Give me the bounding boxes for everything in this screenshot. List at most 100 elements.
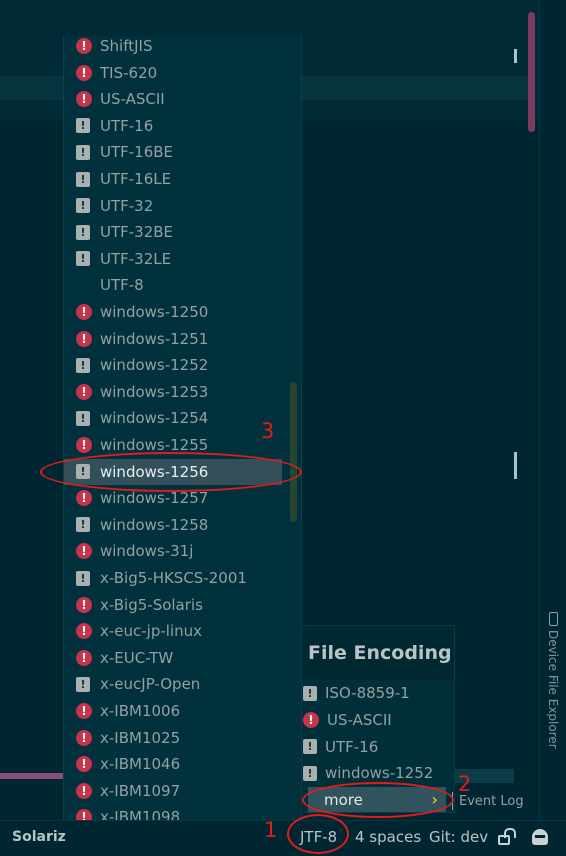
error-icon	[76, 729, 92, 746]
hector-icon	[532, 829, 548, 845]
theme-label[interactable]: Solariz	[12, 825, 66, 849]
encoding-list-item[interactable]: windows-1253	[64, 379, 301, 405]
editor-scrollbar-thumb[interactable]	[528, 12, 535, 132]
encoding-label: windows-1253	[100, 382, 209, 401]
annotation-number-2: 2	[458, 772, 472, 796]
encoding-list-item[interactable]: windows-1251	[64, 326, 301, 352]
unlock-icon	[498, 828, 516, 845]
encoding-list-item[interactable]: x-IBM1006	[64, 698, 301, 724]
encoding-label: x-IBM1006	[100, 702, 181, 720]
encoding-list-item[interactable]: UTF-32BE	[64, 219, 301, 245]
device-file-explorer-tab[interactable]: Device File Explorer	[540, 612, 566, 762]
encoding-list-item[interactable]: US-ASCII	[64, 86, 301, 112]
encoding-label: UTF-16	[100, 116, 154, 135]
file-encoding-label: ISO-8859-1	[325, 684, 410, 702]
readonly-toggle[interactable]	[498, 825, 516, 849]
file-encoding-label: windows-1252	[325, 764, 434, 783]
encoding-label: windows-1252	[100, 356, 209, 375]
warning-icon	[303, 765, 317, 781]
encoding-list-item[interactable]: UTF-8	[64, 272, 301, 298]
encoding-label: windows-1257	[100, 489, 209, 508]
encoding-label: x-Big5-HKSCS-2001	[100, 569, 247, 587]
annotation-ring-2	[302, 782, 454, 818]
encoding-list-item[interactable]: windows-1250	[64, 299, 301, 325]
encoding-list-item[interactable]: x-Big5-Solaris	[64, 592, 301, 618]
caret-marker	[514, 49, 517, 63]
warning-icon	[76, 144, 90, 160]
encoding-list-item[interactable]: windows-1252	[64, 352, 301, 378]
warning-icon	[76, 676, 90, 692]
warning-icon	[76, 410, 90, 426]
error-icon	[76, 330, 92, 347]
encoding-list-item[interactable]: UTF-16BE	[64, 139, 301, 165]
encoding-list-scrollbar[interactable]	[290, 382, 297, 522]
annotation-ring-1	[287, 814, 349, 854]
encoding-label: UTF-32BE	[100, 223, 174, 242]
encoding-list-item[interactable]: x-euc-jp-linux	[64, 618, 301, 644]
error-icon	[303, 711, 319, 728]
encoding-list-item[interactable]: UTF-16LE	[64, 166, 301, 192]
error-icon	[76, 756, 92, 773]
file-encoding-item[interactable]: US-ASCII	[302, 707, 454, 733]
encoding-list-item[interactable]: ShiftJIS	[64, 36, 301, 59]
encoding-list-item[interactable]: windows-31j	[64, 538, 301, 564]
encoding-label: x-IBM1025	[100, 728, 181, 747]
error-icon	[76, 64, 92, 81]
error-icon	[76, 490, 92, 507]
file-encoding-title: File Encoding	[302, 626, 454, 680]
encoding-label: ShiftJIS	[100, 37, 153, 55]
encoding-label: TIS-620	[100, 63, 158, 82]
error-icon	[76, 304, 92, 320]
blank-icon	[76, 277, 92, 293]
encoding-list-popup: ShiftJIS TIS-620 US-ASCII UTF-16 UTF-16BE UTF…	[63, 36, 302, 855]
encoding-label: x-IBM1097	[100, 781, 181, 800]
error-icon	[76, 649, 92, 666]
encoding-list-item[interactable]: UTF-16	[64, 113, 301, 139]
error-icon	[76, 596, 92, 613]
encoding-label: UTF-32	[100, 196, 154, 215]
encoding-label: windows-1258	[100, 515, 209, 534]
encoding-list-item[interactable]: x-IBM1046	[64, 751, 301, 777]
encoding-label: x-Big5-Solaris	[100, 595, 203, 614]
warning-icon	[76, 570, 90, 586]
warning-icon	[76, 171, 90, 187]
error-icon	[76, 38, 92, 54]
warning-icon	[76, 118, 90, 134]
encoding-label: UTF-16LE	[100, 170, 172, 188]
encoding-list-item[interactable]: x-IBM1025	[64, 725, 301, 751]
encoding-list-item[interactable]: UTF-32LE	[64, 246, 301, 272]
encoding-list-item[interactable]: x-IBM1097	[64, 778, 301, 804]
phone-icon	[548, 612, 558, 626]
encoding-list-item[interactable]: x-Big5-HKSCS-2001	[64, 565, 301, 591]
caret-marker-2	[514, 452, 517, 479]
encoding-label: UTF-8	[100, 276, 144, 295]
error-icon	[76, 437, 92, 453]
encoding-label: windows-31j	[100, 542, 194, 561]
encoding-label: x-euc-jp-linux	[100, 622, 203, 641]
error-icon	[76, 623, 92, 640]
encoding-label: x-EUC-TW	[100, 648, 174, 667]
encoding-label: windows-1251	[100, 329, 209, 348]
file-encoding-item[interactable]: ISO-8859-1	[302, 680, 454, 706]
warning-icon	[303, 685, 317, 701]
encoding-list-item[interactable]: x-EUC-TW	[64, 645, 301, 671]
file-encoding-item[interactable]: UTF-16	[302, 734, 454, 760]
encoding-label: x-IBM1046	[100, 755, 181, 774]
horizontal-scrollbar-thumb[interactable]	[0, 773, 66, 779]
inspector-toggle[interactable]	[532, 825, 548, 849]
annotation-ring-3	[40, 452, 302, 492]
error-icon	[76, 543, 92, 560]
warning-icon	[76, 517, 90, 533]
file-encoding-label: UTF-16	[325, 737, 379, 756]
encoding-list-item[interactable]: windows-1258	[64, 512, 301, 538]
git-branch-widget[interactable]: Git: dev	[429, 825, 488, 849]
warning-icon	[76, 224, 90, 240]
encoding-label: US-ASCII	[100, 90, 165, 109]
encoding-list-item[interactable]: UTF-32	[64, 193, 301, 219]
encoding-list-item[interactable]: x-eucJP-Open	[64, 671, 301, 697]
indent-widget[interactable]: 4 spaces	[355, 825, 421, 849]
annotation-number-3: 3	[261, 419, 275, 443]
encoding-list-item[interactable]: TIS-620	[64, 60, 301, 86]
status-bar: Solariz JTF-8 4 spaces Git: dev	[0, 820, 566, 856]
annotation-number-1: 1	[264, 818, 278, 842]
